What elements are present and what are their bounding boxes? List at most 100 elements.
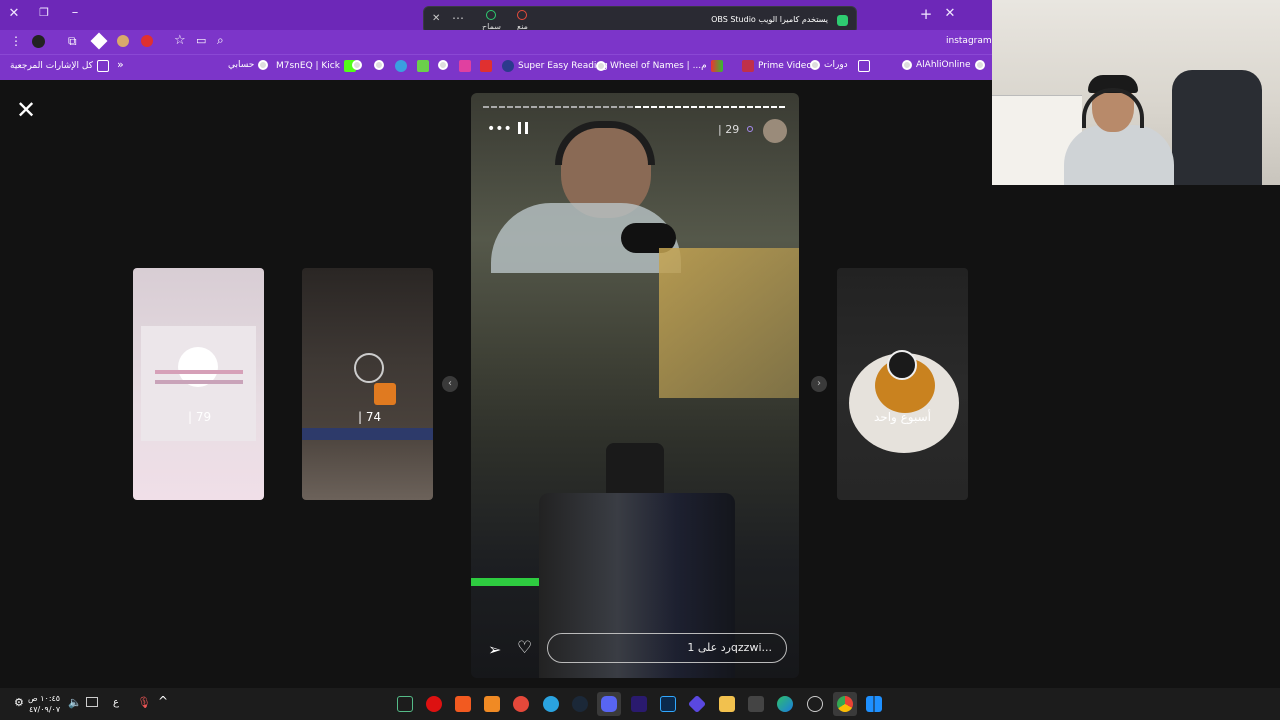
block-button[interactable]: منع xyxy=(517,10,528,31)
xbox-icon[interactable] xyxy=(397,696,413,712)
story-text-line xyxy=(155,370,243,374)
cast-icon[interactable]: ▭ xyxy=(196,34,206,47)
window-close-icon[interactable]: ✕ xyxy=(4,6,24,21)
bookmark-item[interactable]: Prime Video xyxy=(742,60,812,72)
bookmark-item[interactable]: دورات xyxy=(810,60,848,70)
main-story[interactable]: ••• | 29 xyxy=(471,93,799,678)
folder-icon xyxy=(858,60,870,72)
bookmark-icon-only[interactable] xyxy=(374,60,384,70)
window-minimize-icon[interactable]: – xyxy=(65,5,85,20)
globe-icon xyxy=(974,60,985,70)
next-story-icon[interactable]: › xyxy=(811,376,827,392)
reading-icon xyxy=(502,60,514,72)
clock[interactable]: ١٠:٤٥ ص ٤٧/٠٩/٠٧ xyxy=(28,693,60,715)
taskbar: ⚙ ١٠:٤٥ ص ٤٧/٠٩/٠٧ 🔈 ع 🎙 ^ xyxy=(0,688,1280,720)
browser-toolbar: ⋮ ⧉ ☆ ▭ ⌕ instagram.c xyxy=(0,30,999,54)
bookmark-icon-only[interactable] xyxy=(480,60,492,72)
menu-dots-icon[interactable]: ⋮ xyxy=(10,34,22,48)
more-options-icon[interactable]: ⋯ xyxy=(452,11,464,25)
allow-button[interactable]: سماح xyxy=(482,10,501,31)
extension-diamond-icon[interactable] xyxy=(90,32,108,50)
close-viewer-icon[interactable]: ✕ xyxy=(16,96,36,124)
dismiss-icon[interactable]: ✕ xyxy=(432,13,440,24)
bookmark-icon-only[interactable] xyxy=(395,60,407,72)
story-preview-3[interactable]: أسبوع واحد xyxy=(837,268,968,500)
more-options-icon[interactable]: ••• xyxy=(487,121,512,137)
bookmark-icon-only[interactable] xyxy=(858,60,870,72)
language-indicator[interactable]: ع xyxy=(113,697,119,708)
windows-start-icon[interactable] xyxy=(866,696,882,712)
bookmark-item[interactable]: حسابي xyxy=(228,60,269,70)
wheel-icon xyxy=(710,60,723,72)
chrome-icon[interactable] xyxy=(837,696,853,712)
extension-icon[interactable] xyxy=(32,35,45,48)
edge-icon xyxy=(395,60,407,72)
window-restore-icon[interactable]: ❐ xyxy=(34,6,54,19)
story-preview-2[interactable]: | 74 xyxy=(302,268,433,500)
avatar[interactable] xyxy=(763,119,787,143)
pause-icon[interactable] xyxy=(518,122,528,134)
story-progress-current xyxy=(635,106,787,108)
file-explorer-icon[interactable] xyxy=(719,696,735,712)
opera-icon[interactable] xyxy=(426,696,442,712)
settings-gear-icon[interactable]: ⚙ xyxy=(14,696,24,709)
premiere-icon[interactable] xyxy=(631,696,647,712)
chevron-icon[interactable]: » xyxy=(117,58,124,71)
extensions-puzzle-icon[interactable]: ⧉ xyxy=(68,34,77,49)
app-diamond-icon[interactable] xyxy=(687,694,707,714)
microphone-icon[interactable]: 🎙 xyxy=(137,696,151,709)
mug-shape xyxy=(374,383,396,405)
globe-icon xyxy=(902,60,912,70)
app-a-icon[interactable] xyxy=(484,696,500,712)
headset-shape xyxy=(555,121,655,165)
story-preview-1[interactable]: | 79 xyxy=(133,268,264,500)
globe-icon xyxy=(374,60,384,70)
reply-input[interactable]: رد على 1qzzwi... xyxy=(547,633,787,663)
shield-icon xyxy=(837,15,848,26)
chair-shape xyxy=(1172,70,1262,185)
brave-icon[interactable] xyxy=(455,696,471,712)
discord-icon[interactable] xyxy=(601,696,617,712)
store-icon[interactable] xyxy=(748,696,764,712)
previous-story-icon[interactable]: ‹ xyxy=(442,376,458,392)
all-bookmarks-button[interactable]: كل الإشارات المرجعية xyxy=(10,60,109,72)
bookmark-icon-only[interactable] xyxy=(417,60,429,72)
new-tab-icon[interactable]: + xyxy=(916,5,936,23)
frame-shape xyxy=(659,248,799,398)
edge-icon[interactable] xyxy=(777,696,793,712)
check-icon xyxy=(486,10,497,20)
search-icon[interactable]: ⌕ xyxy=(217,33,224,48)
view-count: | 74 xyxy=(358,410,382,424)
heart-icon[interactable]: ♡ xyxy=(517,638,532,658)
app-circle-icon[interactable] xyxy=(807,696,823,712)
telegram-icon[interactable] xyxy=(543,696,559,712)
story-time: | 29 xyxy=(718,123,740,136)
bookmark-item[interactable]: Wheel of Names | ...م xyxy=(596,60,723,72)
globe-icon xyxy=(810,60,820,70)
send-icon[interactable]: ➢ xyxy=(488,640,501,659)
extension-face-icon[interactable] xyxy=(117,35,129,47)
bookmark-item[interactable]: Super Easy Reading xyxy=(502,60,608,72)
cage-shape xyxy=(354,353,384,383)
bookmark-icon-only[interactable] xyxy=(438,60,448,70)
desk-edge xyxy=(302,428,433,440)
webcam-overlay xyxy=(992,0,1280,185)
bookmark-icon-only[interactable] xyxy=(459,60,471,72)
bookmark-icon-only[interactable] xyxy=(352,60,362,70)
tab-close-icon[interactable]: ✕ xyxy=(940,6,960,21)
letter-a-icon xyxy=(480,60,492,72)
network-icon[interactable] xyxy=(86,697,98,707)
bookmark-item[interactable]: AlAhliOnline xyxy=(902,60,985,70)
show-hidden-icons-icon[interactable]: ^ xyxy=(158,694,168,708)
steam-icon[interactable] xyxy=(572,696,588,712)
photoshop-icon[interactable] xyxy=(660,696,676,712)
bookmark-item[interactable]: M7snEQ | Kick xyxy=(276,60,356,72)
speaker-icon[interactable]: 🔈 xyxy=(68,696,82,709)
block-icon xyxy=(517,10,528,20)
extension-red-icon[interactable] xyxy=(141,35,153,47)
bookmark-star-icon[interactable]: ☆ xyxy=(174,33,186,48)
story-text-line xyxy=(155,380,243,384)
app-red-icon[interactable] xyxy=(513,696,529,712)
view-count: | 79 xyxy=(188,410,212,424)
globe-icon xyxy=(596,61,606,71)
